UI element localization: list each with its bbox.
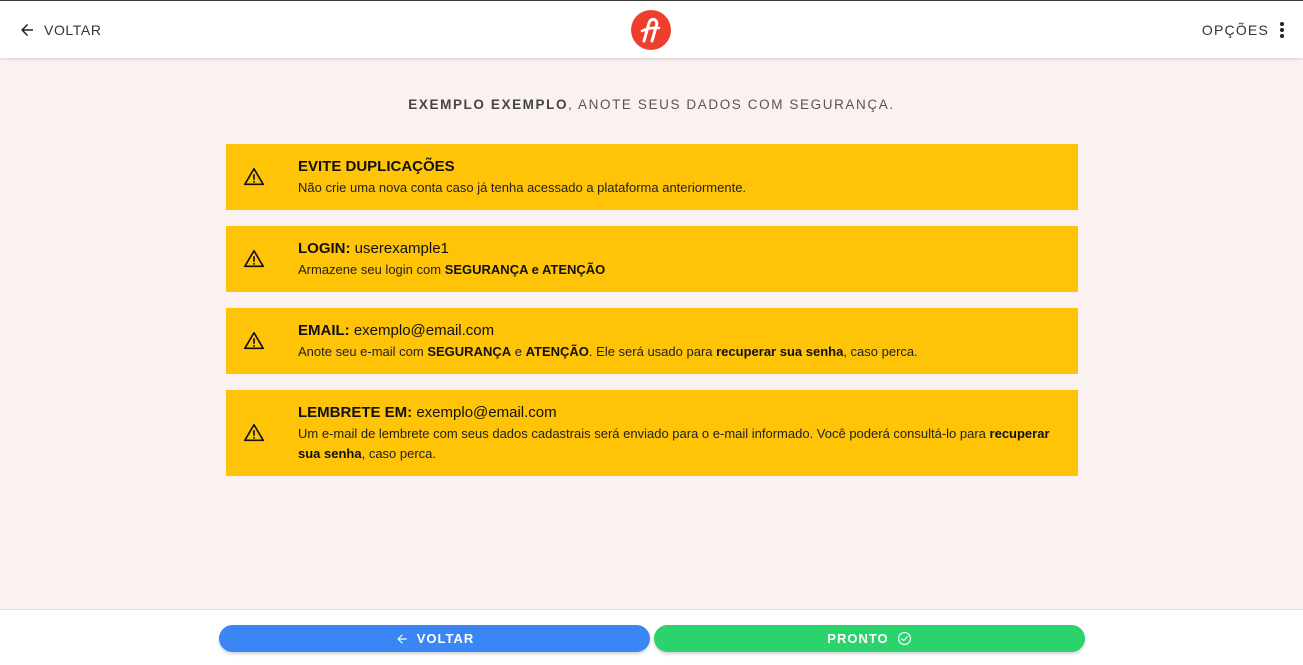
heading-name: EXEMPLO EXEMPLO	[408, 97, 569, 112]
check-circle-icon	[897, 632, 911, 645]
footer-bar: VOLTAR PRONTO	[0, 609, 1303, 665]
done-button[interactable]: PRONTO	[654, 625, 1085, 652]
card-title-label: LEMBRETE EM:	[298, 404, 413, 421]
card-description-emphasis: ATENÇÃO	[525, 344, 589, 359]
card-description-text: Não crie uma nova conta caso já tenha ac…	[298, 180, 747, 195]
card-title-label: EVITE DUPLICAÇÕES	[298, 158, 455, 175]
card-title: LOGIN: userexample1	[298, 239, 1068, 259]
card-description-text: Um e-mail de lembrete com seus dados cad…	[298, 426, 990, 441]
card-description-emphasis: SEGURANÇA	[427, 344, 512, 359]
reminder-email-value: exemplo@email.com	[412, 404, 557, 421]
card-title: EVITE DUPLICAÇÕES	[298, 157, 1068, 177]
options-menu[interactable]: OPÇÕES	[1202, 19, 1285, 41]
notice-card-duplicates: EVITE DUPLICAÇÕES Não crie uma nova cont…	[226, 144, 1078, 210]
warning-icon	[244, 423, 264, 442]
card-description-text: Armazene seu login com	[298, 262, 445, 277]
card-description-text: e	[511, 344, 526, 359]
notice-card-email: EMAIL: exemplo@email.com Anote seu e-mai…	[226, 308, 1078, 374]
brand-logo-icon[interactable]	[631, 10, 671, 50]
more-vertical-icon	[1280, 22, 1284, 38]
options-label: OPÇÕES	[1201, 22, 1269, 38]
card-title: LEMBRETE EM: exemplo@email.com	[298, 403, 1068, 423]
card-description: Armazene seu login com SEGURANÇA e ATENÇ…	[298, 260, 1068, 280]
notice-card-reminder: LEMBRETE EM: exemplo@email.com Um e-mail…	[226, 390, 1078, 476]
card-title: EMAIL: exemplo@email.com	[298, 321, 1068, 341]
top-bar: VOLTAR OPÇÕES	[0, 0, 1303, 58]
arrow-left-icon	[21, 24, 33, 36]
email-value: exemplo@email.com	[349, 322, 495, 339]
top-back-label: VOLTAR	[44, 22, 102, 38]
warning-icon	[244, 331, 264, 350]
card-description: Não crie uma nova conta caso já tenha ac…	[298, 178, 1068, 198]
card-title-label: LOGIN:	[298, 240, 351, 257]
card-description-text: Anote seu e-mail com	[298, 344, 428, 359]
back-button-label: VOLTAR	[416, 631, 475, 646]
heading-text: , ANOTE SEUS DADOS COM SEGURANÇA.	[568, 97, 895, 112]
logo-mark	[640, 17, 661, 43]
arrow-left-icon	[397, 633, 407, 644]
card-description: Anote seu e-mail com SEGURANÇA e ATENÇÃO…	[298, 342, 1068, 362]
card-description-text: , caso perca.	[843, 344, 918, 359]
card-title-label: EMAIL:	[298, 322, 350, 339]
card-description-text: , caso perca.	[361, 446, 437, 461]
login-value: userexample1	[350, 240, 449, 257]
main-content: EXEMPLO EXEMPLO, ANOTE SEUS DADOS COM SE…	[0, 58, 1303, 609]
card-description-emphasis: SEGURANÇA e ATENÇÃO	[444, 262, 606, 277]
warning-icon	[244, 167, 264, 186]
card-description-emphasis: recuperar sua senha	[716, 344, 844, 359]
card-description: Um e-mail de lembrete com seus dados cad…	[298, 424, 1068, 464]
notice-card-login: LOGIN: userexample1 Armazene seu login c…	[226, 226, 1078, 292]
warning-icon	[244, 249, 264, 268]
done-button-label: PRONTO	[827, 631, 889, 646]
back-button[interactable]: VOLTAR	[219, 625, 650, 652]
card-description-text: . Ele será usado para	[588, 344, 717, 359]
page-heading: EXEMPLO EXEMPLO, ANOTE SEUS DADOS COM SE…	[0, 97, 1303, 112]
top-back-link[interactable]: VOLTAR	[18, 19, 102, 41]
